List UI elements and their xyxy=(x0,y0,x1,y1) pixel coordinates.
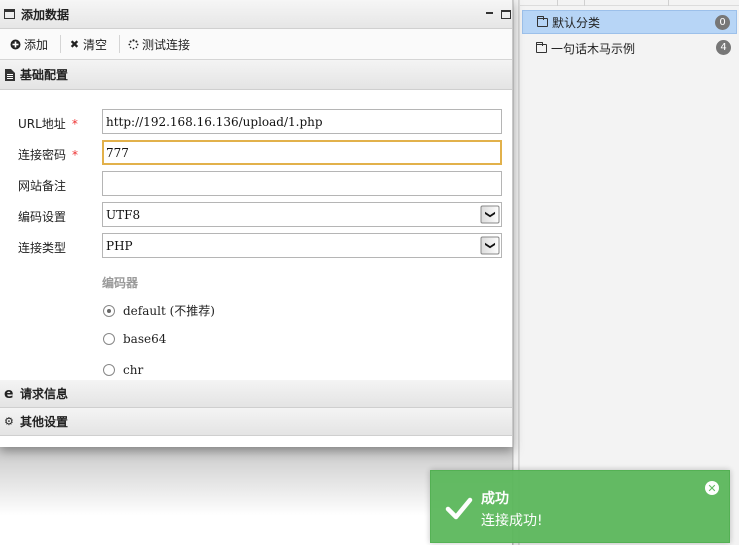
type-value: PHP xyxy=(106,239,133,253)
minimize-button[interactable] xyxy=(486,12,493,14)
encoding-row: 编码设置 UTF8 ❯ xyxy=(0,202,512,228)
dialog-toolbar: 添加 ✖ 清空 测试连接 xyxy=(0,29,512,60)
folder-icon xyxy=(536,41,547,53)
ie-icon: e xyxy=(4,385,14,402)
radio-icon[interactable] xyxy=(103,304,115,317)
section-other-settings[interactable]: ⚙ 其他设置 xyxy=(0,408,512,436)
encoder-option-default[interactable]: default (不推荐) xyxy=(103,302,215,319)
section-request-info[interactable]: e 请求信息 xyxy=(0,380,512,408)
section-basic-config[interactable]: 基础配置 xyxy=(0,60,512,90)
toast-title: 成功 xyxy=(481,491,509,507)
type-row: 连接类型 PHP ❯ xyxy=(0,233,512,259)
count-badge: 4 xyxy=(716,40,731,55)
required-mark: * xyxy=(72,148,79,162)
folder-icon xyxy=(537,15,548,27)
password-label: 连接密码 * xyxy=(18,148,79,162)
section-title: 其他设置 xyxy=(20,415,69,429)
category-label: 默认分类 xyxy=(552,15,601,30)
encoder-label: chr xyxy=(123,363,144,377)
close-icon[interactable]: ✕ xyxy=(705,481,719,495)
encoder-label: default (不推荐) xyxy=(123,304,215,318)
dialog-titlebar[interactable]: 添加数据 xyxy=(0,0,512,29)
spinner-icon xyxy=(128,38,139,49)
category-panel: 默认分类 0 一句话木马示例 4 xyxy=(519,0,739,545)
category-header xyxy=(520,0,739,6)
file-icon xyxy=(5,68,15,81)
encoder-option-chr[interactable]: chr xyxy=(103,363,143,377)
type-select[interactable]: PHP ❯ xyxy=(102,233,502,258)
plus-circle-icon xyxy=(10,39,21,49)
note-input[interactable] xyxy=(102,171,502,196)
encoding-value: UTF8 xyxy=(106,208,141,222)
count-badge: 0 xyxy=(715,15,730,30)
encoder-option-base64[interactable]: base64 xyxy=(103,332,166,346)
category-label: 一句话木马示例 xyxy=(551,41,636,56)
category-default[interactable]: 默认分类 0 xyxy=(522,10,737,34)
password-row: 连接密码 * 777 xyxy=(0,140,512,166)
chevron-down-icon[interactable]: ❯ xyxy=(480,236,500,255)
chevron-down-icon[interactable]: ❯ xyxy=(480,205,500,224)
add-label: 添加 xyxy=(24,37,49,52)
add-button[interactable]: 添加 xyxy=(8,33,54,55)
url-label: URL地址 * xyxy=(18,117,78,131)
radio-icon[interactable] xyxy=(103,364,115,376)
encoder-label: base64 xyxy=(123,332,167,346)
note-label: 网站备注 xyxy=(18,179,67,193)
basic-config-form: URL地址 * http://192.168.16.136/upload/1.ph… xyxy=(0,90,512,380)
encoder-title: 编码器 xyxy=(102,276,139,290)
password-input[interactable]: 777 xyxy=(102,140,502,165)
check-icon xyxy=(445,497,473,520)
url-input[interactable]: http://192.168.16.136/upload/1.php xyxy=(102,109,502,134)
category-webshell-examples[interactable]: 一句话木马示例 4 xyxy=(522,36,737,60)
gears-icon: ⚙ xyxy=(4,415,14,428)
toolbar-separator xyxy=(119,35,121,53)
toolbar-separator xyxy=(60,35,62,53)
toast-message: 连接成功! xyxy=(481,513,543,529)
success-toast: 成功 连接成功! ✕ xyxy=(430,470,730,543)
clear-label: 清空 xyxy=(83,37,108,52)
add-data-dialog: 添加数据 添加 ✖ 清空 测试连接 基础配置 URL地址 * http://19… xyxy=(0,0,513,447)
window-icon xyxy=(4,9,15,19)
radio-icon[interactable] xyxy=(103,333,115,345)
encoding-label: 编码设置 xyxy=(18,210,67,224)
section-title: 基础配置 xyxy=(20,68,69,82)
note-row: 网站备注 xyxy=(0,171,512,197)
type-label: 连接类型 xyxy=(18,241,67,255)
url-row: URL地址 * http://192.168.16.136/upload/1.ph… xyxy=(0,109,512,135)
encoding-select[interactable]: UTF8 ❯ xyxy=(102,202,502,227)
test-connection-button[interactable]: 测试连接 xyxy=(126,33,196,55)
app-stage: 默认分类 0 一句话木马示例 4 添加数据 添加 ✖ 清空 测试连接 基础配置 … xyxy=(0,0,739,545)
section-title: 请求信息 xyxy=(20,387,69,401)
required-mark: * xyxy=(71,117,78,131)
dialog-title: 添加数据 xyxy=(21,7,70,22)
test-connection-label: 测试连接 xyxy=(142,37,191,52)
x-icon: ✖ xyxy=(69,37,80,51)
clear-button[interactable]: ✖ 清空 xyxy=(67,33,113,55)
maximize-button[interactable] xyxy=(501,10,511,19)
